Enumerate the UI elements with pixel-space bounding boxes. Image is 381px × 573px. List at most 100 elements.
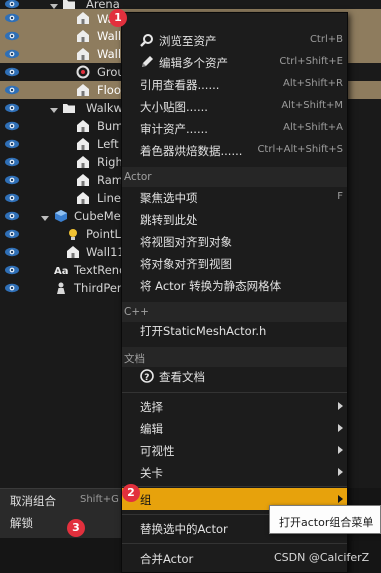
annotation-badge-3: 3	[67, 519, 85, 537]
menu-item-shortcut: Ctrl+Alt+Shift+S	[257, 144, 343, 155]
visibility-eye-icon[interactable]	[4, 85, 20, 95]
visibility-eye-icon[interactable]	[4, 49, 20, 59]
folder-icon	[63, 104, 75, 113]
menu-item-shortcut: Ctrl+Shift+E	[279, 56, 343, 67]
section-label: C++	[124, 306, 149, 318]
visibility-eye-icon[interactable]	[4, 283, 20, 293]
static-mesh-icon	[77, 12, 89, 24]
visibility-eye-icon[interactable]	[4, 175, 20, 185]
visibility-eye-icon[interactable]	[4, 157, 20, 167]
menu-item-label: 可视性	[140, 444, 175, 458]
visibility-eye-icon[interactable]	[4, 247, 20, 257]
cube-mesh-icon	[55, 210, 67, 222]
actor-context-menu: 浏览至资产 Ctrl+B 编辑多个资产 Ctrl+Shift+E 引用查看器..…	[121, 12, 348, 573]
menu-item-label: 查看文档	[159, 370, 205, 384]
open-header-item[interactable]: 打开StaticMeshActor.h	[122, 319, 347, 341]
convert-to-static-mesh-item[interactable]: 将 Actor 转换为静态网格体	[122, 274, 347, 296]
shader-cook-stats-item[interactable]: 着色器烘焙数据...... Ctrl+Alt+Shift+S	[122, 139, 347, 161]
outliner-label: Floo	[97, 83, 121, 97]
outliner-label: Righ	[97, 155, 123, 169]
submenu-arrow-icon	[338, 468, 343, 476]
focus-selected-item[interactable]: 聚焦选中项 F	[122, 186, 347, 208]
snap-object-to-view-item[interactable]: 将对象对齐到视图	[122, 252, 347, 274]
static-mesh-icon	[77, 120, 89, 132]
browse-to-asset-item[interactable]: 浏览至资产 Ctrl+B	[122, 29, 347, 51]
visibility-eye-icon[interactable]	[4, 193, 20, 203]
visibility-submenu-item[interactable]: 可视性	[122, 439, 347, 461]
text-render-icon: Aa	[54, 266, 68, 277]
visibility-eye-icon[interactable]	[4, 139, 20, 149]
point-light-icon	[69, 229, 77, 240]
audit-assets-item[interactable]: 审计资产...... Alt+Shift+A	[122, 117, 347, 139]
visibility-eye-icon[interactable]	[4, 31, 20, 41]
size-map-item[interactable]: 大小贴图...... Alt+Shift+M	[122, 95, 347, 117]
menu-item-shortcut: Ctrl+B	[309, 34, 343, 45]
visibility-eye-icon[interactable]	[4, 121, 20, 131]
submenu-arrow-icon	[338, 495, 343, 503]
static-mesh-icon	[77, 48, 89, 60]
expand-arrow-icon[interactable]	[50, 0, 58, 9]
outliner-label: CubeMes	[74, 209, 127, 223]
section-label: Actor	[124, 171, 152, 183]
edit-submenu-item[interactable]: 编辑	[122, 417, 347, 439]
snap-view-to-object-item[interactable]: 将视图对齐到对象	[122, 230, 347, 252]
tooltip-text: 打开actor组合菜单	[279, 516, 374, 529]
group-submenu: 取消组合 Shift+G 解锁	[0, 488, 121, 538]
menu-item-shortcut: Alt+Shift+A	[283, 122, 343, 133]
outliner-label: Line	[97, 191, 121, 205]
outliner-label: ThirdPer	[74, 281, 122, 295]
outliner-label: PointL	[86, 227, 121, 241]
svg-text:Aa: Aa	[54, 266, 68, 277]
select-submenu-item[interactable]: 选择	[122, 395, 347, 417]
expand-arrow-icon[interactable]	[50, 104, 58, 113]
menu-separator	[122, 486, 347, 487]
menu-item-label: 替换选中的Actor	[140, 522, 228, 536]
static-mesh-icon	[77, 138, 89, 150]
section-label: 文档	[124, 353, 145, 365]
watermark: CSDN @CalciferZ	[274, 551, 370, 564]
visibility-eye-icon[interactable]	[4, 229, 20, 239]
pawn-icon	[57, 282, 65, 294]
outliner-label: Ram	[97, 173, 123, 187]
visibility-eye-icon[interactable]	[4, 103, 20, 113]
actor-section-header: Actor	[122, 167, 347, 187]
go-here-item[interactable]: 跳转到此处	[122, 208, 347, 230]
visibility-eye-icon[interactable]	[4, 13, 20, 23]
menu-item-label: 编辑多个资产	[159, 56, 228, 70]
outliner-label: Wall	[97, 47, 122, 61]
menu-separator	[122, 543, 347, 544]
outliner-label: Wall11	[86, 245, 125, 259]
submenu-arrow-icon	[338, 446, 343, 454]
menu-item-label: 跳转到此处	[140, 213, 198, 227]
menu-item-label: 关卡	[140, 466, 163, 480]
static-mesh-icon	[77, 156, 89, 168]
outliner-label: Wall	[97, 29, 122, 43]
level-submenu-item[interactable]: 关卡	[122, 461, 347, 483]
unlock-menu-item[interactable]: 解锁	[0, 512, 121, 532]
menu-separator	[122, 392, 347, 393]
ungroup-menu-item[interactable]: 取消组合 Shift+G	[0, 490, 121, 510]
visibility-eye-icon[interactable]	[4, 265, 20, 275]
edit-multiple-assets-item[interactable]: 编辑多个资产 Ctrl+Shift+E	[122, 51, 347, 73]
menu-item-label: 引用查看器......	[140, 78, 220, 92]
static-mesh-icon	[77, 174, 89, 186]
menu-item-label: 将对象对齐到视图	[140, 257, 232, 271]
ungroup-shortcut: Shift+G	[80, 494, 119, 505]
ungroup-label: 取消组合	[10, 494, 56, 508]
view-documentation-item[interactable]: ? 查看文档	[122, 365, 347, 387]
visibility-eye-icon[interactable]	[4, 0, 20, 9]
browse-search-icon	[140, 34, 153, 47]
reference-viewer-item[interactable]: 引用查看器...... Alt+Shift+R	[122, 73, 347, 95]
world-settings-icon	[76, 65, 90, 79]
group-menu-tooltip: 打开actor组合菜单	[269, 505, 381, 534]
edit-pencil-icon	[142, 56, 153, 67]
expand-arrow-icon[interactable]	[41, 212, 49, 221]
help-question-icon: ?	[140, 369, 154, 383]
submenu-arrow-icon	[338, 424, 343, 432]
visibility-eye-icon[interactable]	[4, 211, 20, 221]
menu-item-shortcut: Alt+Shift+R	[283, 78, 343, 89]
menu-item-label: 审计资产......	[140, 122, 208, 136]
visibility-eye-icon[interactable]	[4, 67, 20, 77]
docs-section-header: 文档	[122, 347, 347, 367]
menu-item-label: 选择	[140, 400, 163, 414]
